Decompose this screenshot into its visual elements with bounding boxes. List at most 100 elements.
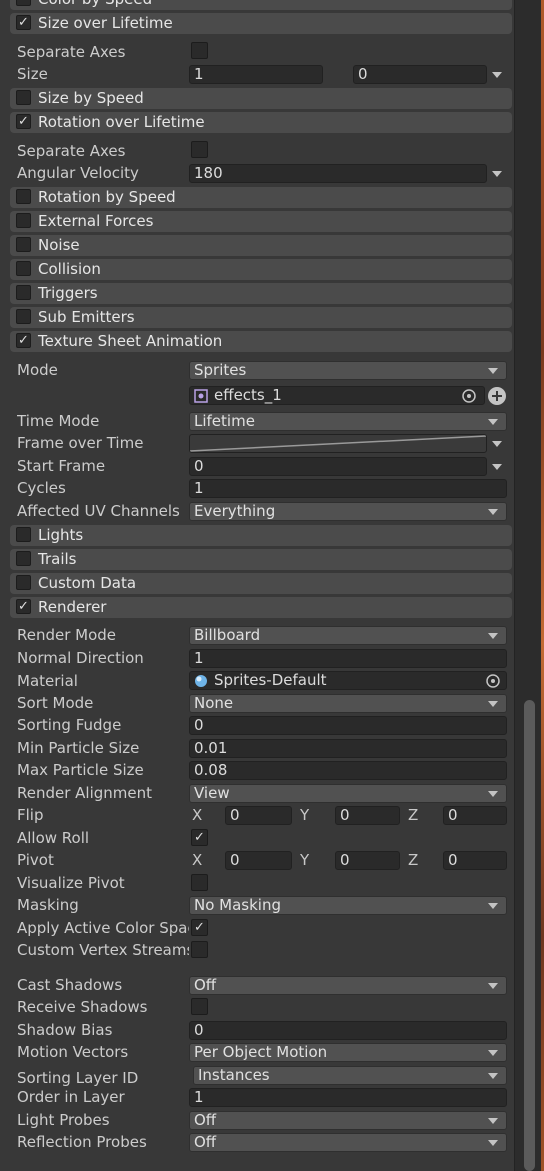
uv-channels-dropdown[interactable]: Everything [189,502,507,521]
module-texture-sheet-animation[interactable]: ✓ Texture Sheet Animation [10,331,512,352]
module-collision[interactable]: Collision [10,259,512,280]
rot-separate-axes-checkbox[interactable] [191,141,208,158]
scrollbar-thumb[interactable] [524,700,535,1171]
cast-shadows-dropdown[interactable]: Off [189,976,507,995]
size-label: Size [17,65,48,83]
size-min-field[interactable]: 1 [189,65,323,84]
module-toggle[interactable] [16,261,31,276]
normal-direction-field[interactable]: 1 [189,649,507,668]
curve-mode-dropdown-icon[interactable] [492,171,502,177]
module-sub-emitters[interactable]: Sub Emitters [10,307,512,328]
pivot-x-field[interactable]: 0 [225,851,292,870]
masking-dropdown[interactable]: No Masking [189,896,507,915]
pivot-y-field[interactable]: 0 [335,851,400,870]
module-toggle[interactable]: ✓ [16,333,31,348]
object-picker-icon[interactable] [461,388,477,404]
module-toggle[interactable]: ✓ [16,15,31,30]
module-renderer[interactable]: ✓ Renderer [10,597,512,618]
pivot-y-label: Y [300,851,310,869]
module-toggle[interactable] [16,527,31,542]
flip-y-label: Y [300,806,310,824]
vertical-scrollbar[interactable] [514,0,542,1171]
module-toggle[interactable] [16,237,31,252]
module-trails[interactable]: Trails [10,549,512,570]
sort-mode-dropdown[interactable]: None [189,694,507,713]
curve-mode-dropdown-icon[interactable] [492,72,502,78]
max-particle-size-field[interactable]: 0.08 [189,761,507,780]
module-lights[interactable]: Lights [10,525,512,546]
separate-axes-checkbox[interactable] [191,42,208,59]
motion-vectors-dropdown[interactable]: Per Object Motion [189,1043,507,1062]
chevron-down-icon [488,633,498,639]
module-external-forces[interactable]: External Forces [10,211,512,232]
visualize-pivot-checkbox[interactable] [191,874,208,891]
sprite-icon [194,389,208,403]
module-toggle[interactable] [16,189,31,204]
cast-shadows-label: Cast Shadows [17,976,123,994]
chevron-down-icon [488,903,498,909]
module-color-by-speed[interactable]: Color by Speed [10,0,512,10]
render-alignment-dropdown[interactable]: View [189,784,507,803]
order-in-layer-field[interactable]: 1 [189,1088,507,1107]
flip-x-field[interactable]: 0 [225,806,292,825]
chevron-down-icon [488,419,498,425]
pivot-z-field[interactable]: 0 [443,851,507,870]
masking-label: Masking [17,896,79,914]
chevron-down-icon [488,791,498,797]
mode-dropdown[interactable]: Sprites [189,361,507,380]
module-rotation-over-lifetime[interactable]: ✓ Rotation over Lifetime [10,112,512,133]
sprite-object-field[interactable]: effects_1 [189,386,485,405]
module-noise[interactable]: Noise [10,235,512,256]
module-title: Collision [38,260,101,278]
allow-roll-checkbox[interactable]: ✓ [191,829,208,846]
curve-mode-dropdown-icon[interactable] [492,441,502,447]
min-particle-size-field[interactable]: 0.01 [189,739,507,758]
receive-shadows-checkbox[interactable] [191,998,208,1015]
module-toggle[interactable] [16,575,31,590]
module-triggers[interactable]: Triggers [10,283,512,304]
curve-mode-dropdown-icon[interactable] [492,464,502,470]
light-probes-dropdown[interactable]: Off [189,1111,507,1130]
flip-y-field[interactable]: 0 [335,806,400,825]
module-rotation-by-speed[interactable]: Rotation by Speed [10,187,512,208]
start-frame-field[interactable]: 0 [189,457,487,476]
module-toggle[interactable] [16,551,31,566]
module-size-by-speed[interactable]: Size by Speed [10,88,512,109]
uv-channels-label: Affected UV Channels [17,502,180,520]
time-mode-dropdown[interactable]: Lifetime [189,412,507,431]
frame-over-time-curve[interactable] [189,434,487,453]
pivot-z-label: Z [408,851,419,869]
module-custom-data[interactable]: Custom Data [10,573,512,594]
angular-velocity-field[interactable]: 180 [189,164,487,183]
module-toggle[interactable]: ✓ [16,114,31,129]
chevron-down-icon [488,1073,498,1079]
module-toggle[interactable]: ✓ [16,599,31,614]
shadow-bias-field[interactable]: 0 [189,1021,507,1040]
module-toggle[interactable] [16,0,31,6]
reflection-probes-value: Off [194,1133,217,1151]
motion-vectors-value: Per Object Motion [194,1043,328,1061]
object-picker-icon[interactable] [485,673,501,689]
material-label: Material [17,672,78,690]
flip-z-field[interactable]: 0 [443,806,507,825]
module-toggle[interactable] [16,213,31,228]
chevron-down-icon [488,983,498,989]
visualize-pivot-label: Visualize Pivot [17,874,125,892]
chevron-down-icon [488,1140,498,1146]
render-mode-label: Render Mode [17,626,117,644]
render-mode-dropdown[interactable]: Billboard [189,626,507,645]
sorting-layer-dropdown[interactable]: Instances [193,1066,507,1085]
material-object-field[interactable]: Sprites-Default [189,671,507,690]
flip-z-label: Z [408,806,419,824]
module-toggle[interactable] [16,285,31,300]
apply-active-color-space-checkbox[interactable]: ✓ [191,919,208,936]
size-max-field[interactable]: 0 [353,65,487,84]
reflection-probes-dropdown[interactable]: Off [189,1133,507,1152]
cycles-field[interactable]: 1 [189,479,507,498]
custom-vertex-streams-checkbox[interactable] [191,941,208,958]
module-toggle[interactable] [16,309,31,324]
sorting-fudge-field[interactable]: 0 [189,716,507,735]
module-toggle[interactable] [16,90,31,105]
module-size-over-lifetime[interactable]: ✓ Size over Lifetime [10,13,512,34]
add-sprite-icon[interactable] [487,386,507,406]
